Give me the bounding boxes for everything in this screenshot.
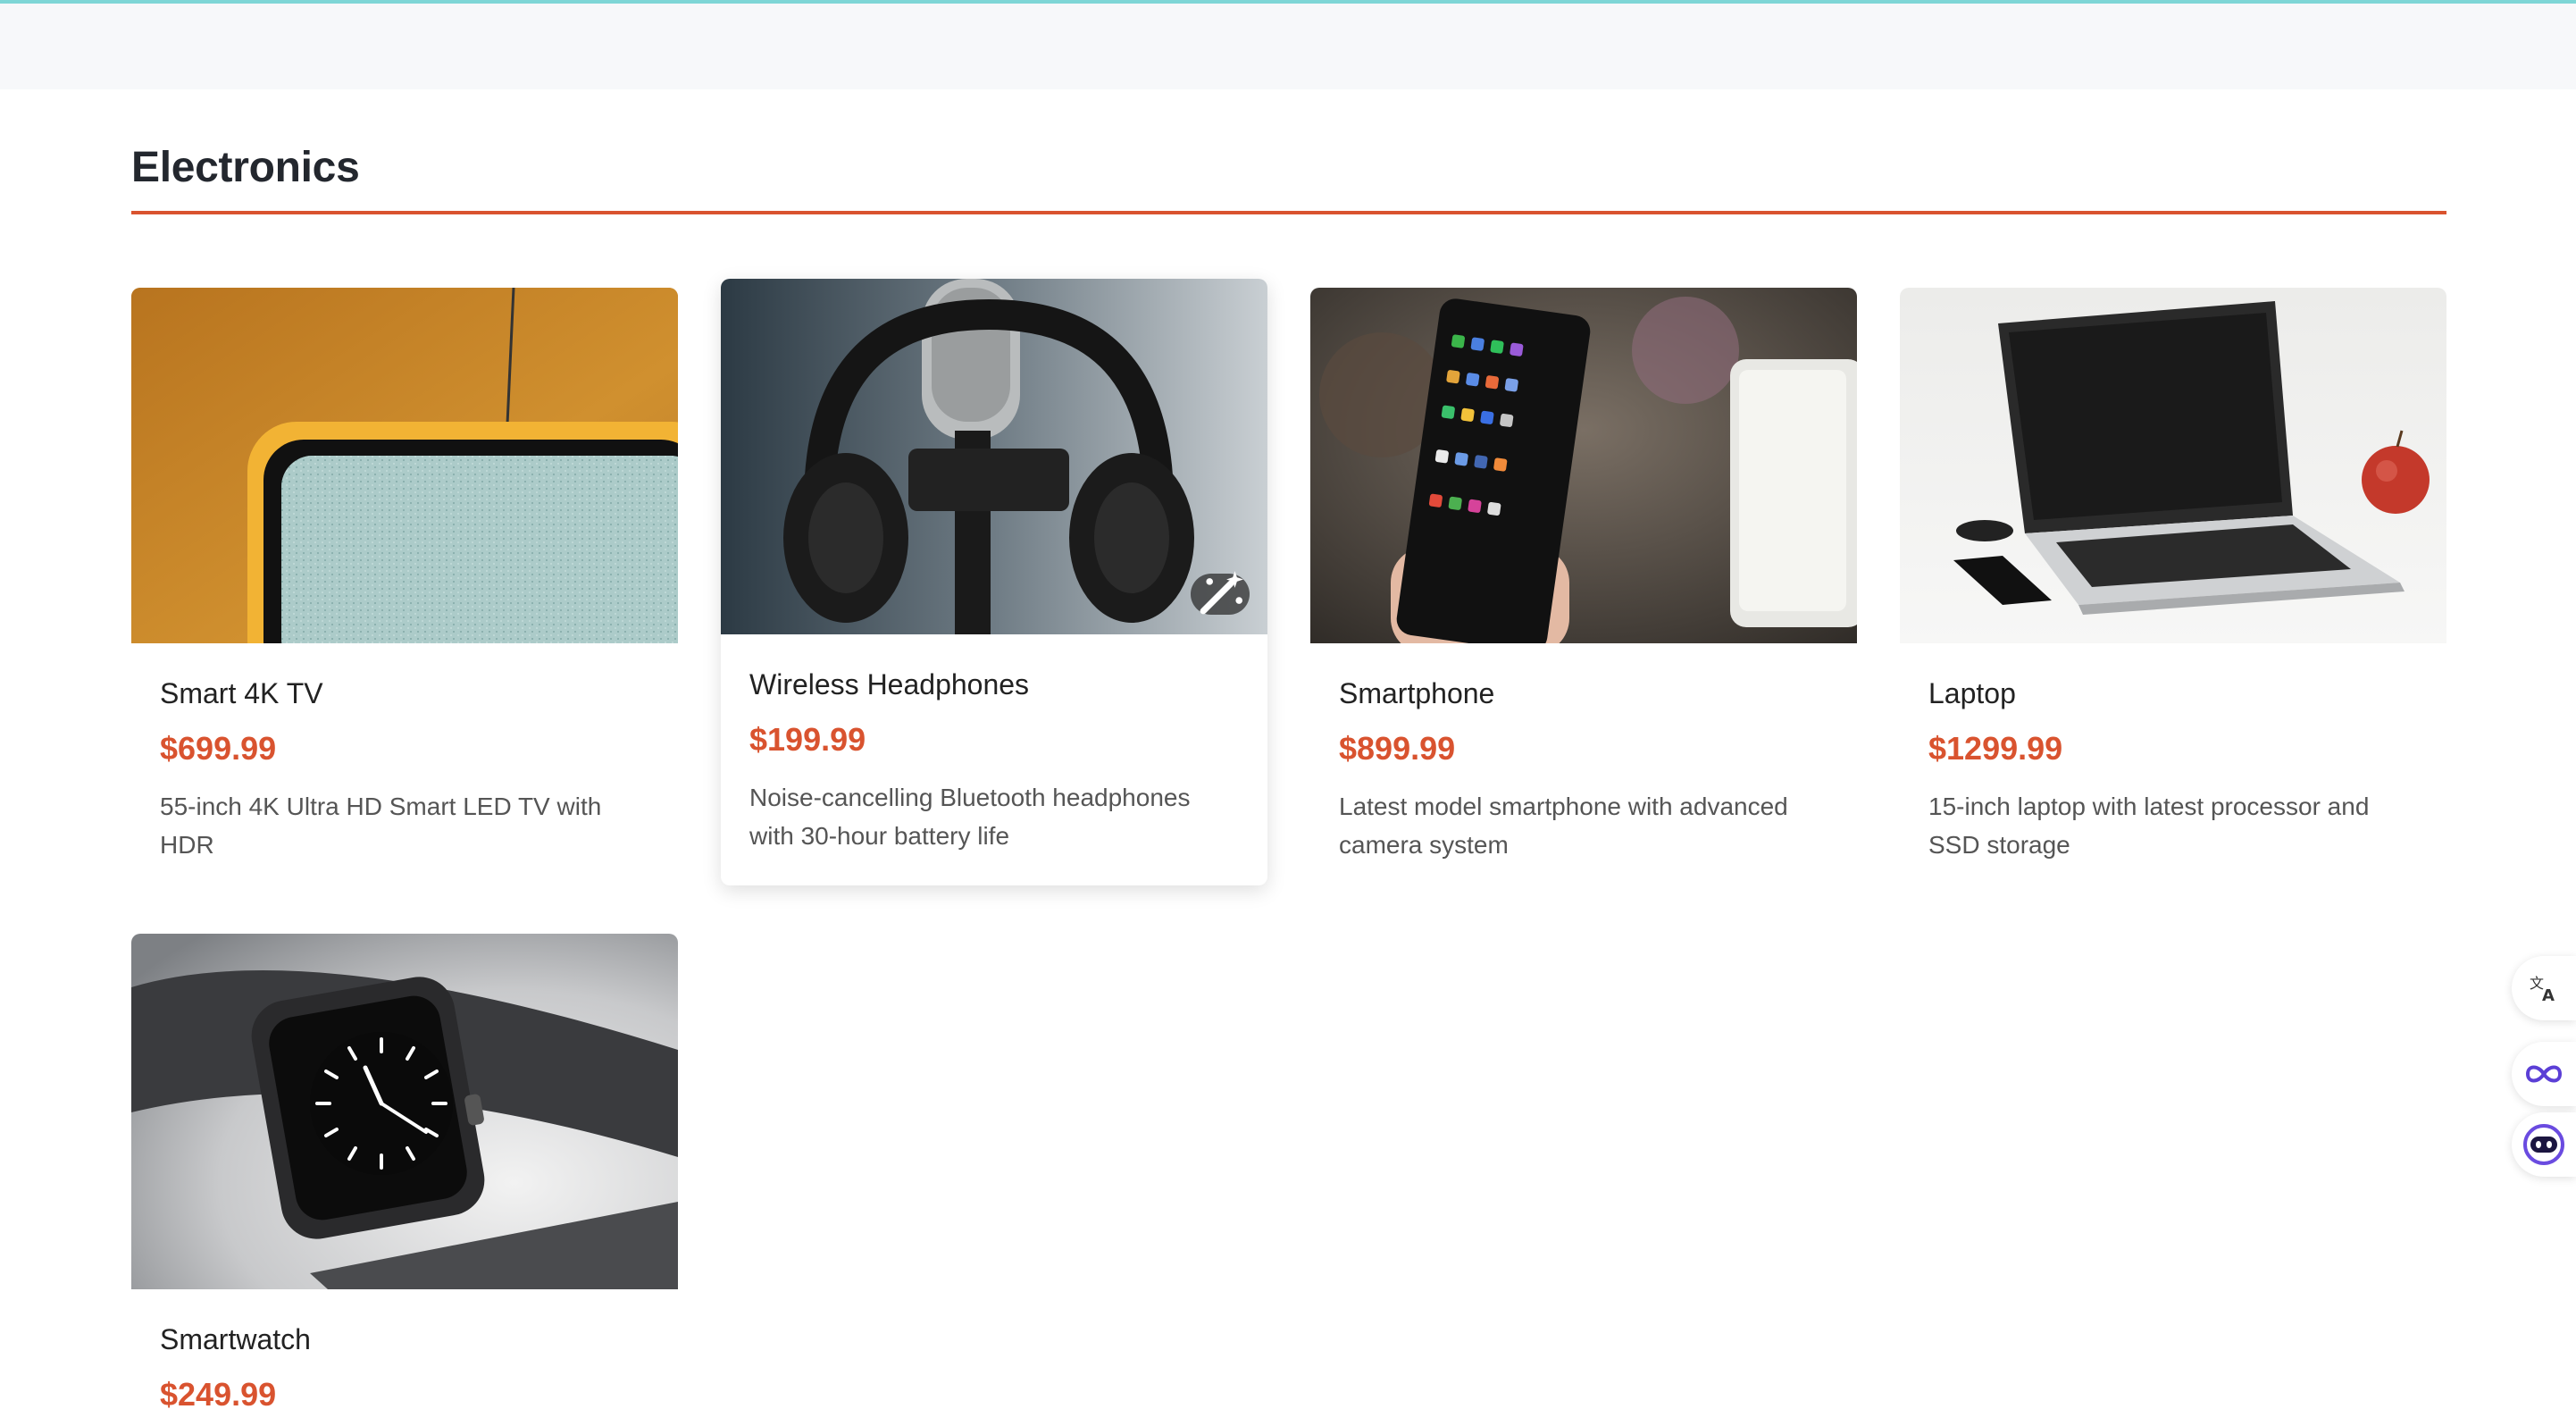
product-name[interactable]: Wireless Headphones — [749, 668, 1239, 701]
product-description: 55-inch 4K Ultra HD Smart LED TV with HD… — [160, 793, 602, 859]
product-card[interactable]: Wireless Headphones $199.99 Noise-cancel… — [721, 279, 1267, 885]
infinity-widget[interactable] — [2512, 1042, 2576, 1106]
product-price: $899.99 — [1339, 730, 1456, 767]
product-card[interactable]: Smartwatch $249.99 — [131, 934, 678, 1413]
product-card[interactable]: Smart 4K TV $699.99 55-inch 4K Ultra HD … — [131, 288, 678, 864]
magic-wand-icon — [1200, 571, 1243, 615]
product-name[interactable]: Smartphone — [1339, 677, 1828, 710]
assistant-widget[interactable] — [2512, 1112, 2576, 1177]
product-price: $249.99 — [160, 1376, 277, 1413]
translate-widget[interactable]: 文 A — [2512, 956, 2576, 1020]
product-description: Noise-cancelling Bluetooth headphones wi… — [749, 784, 1191, 850]
magic-wand-button[interactable] — [1191, 571, 1250, 615]
product-price: $199.99 — [749, 721, 866, 758]
infinity-icon — [2525, 1065, 2563, 1083]
product-price: $1299.99 — [1928, 730, 2063, 767]
product-card[interactable]: Laptop $1299.99 15-inch laptop with late… — [1900, 288, 2446, 864]
retro-tv-photo[interactable] — [131, 288, 678, 643]
product-name[interactable]: Laptop — [1928, 677, 2418, 710]
product-price: $699.99 — [160, 730, 277, 767]
section-divider — [131, 211, 2446, 214]
translate-icon: 文 A — [2530, 975, 2555, 1004]
smartwatch-photo[interactable] — [131, 934, 678, 1289]
product-name[interactable]: Smartwatch — [160, 1323, 649, 1356]
section-title: Electronics — [131, 144, 360, 191]
assistant-face-icon — [2523, 1124, 2564, 1165]
headphones-photo[interactable] — [721, 279, 1267, 634]
top-bar — [0, 0, 2576, 89]
smartphone-photo[interactable] — [1310, 288, 1857, 643]
product-description: 15-inch laptop with latest processor and… — [1928, 793, 2370, 859]
product-description: Latest model smartphone with advanced ca… — [1339, 793, 1788, 859]
laptop-photo[interactable] — [1900, 288, 2446, 643]
product-name[interactable]: Smart 4K TV — [160, 677, 649, 710]
svg-text:A: A — [2542, 986, 2555, 1004]
product-card[interactable]: Smartphone $899.99 Latest model smartpho… — [1310, 288, 1857, 864]
